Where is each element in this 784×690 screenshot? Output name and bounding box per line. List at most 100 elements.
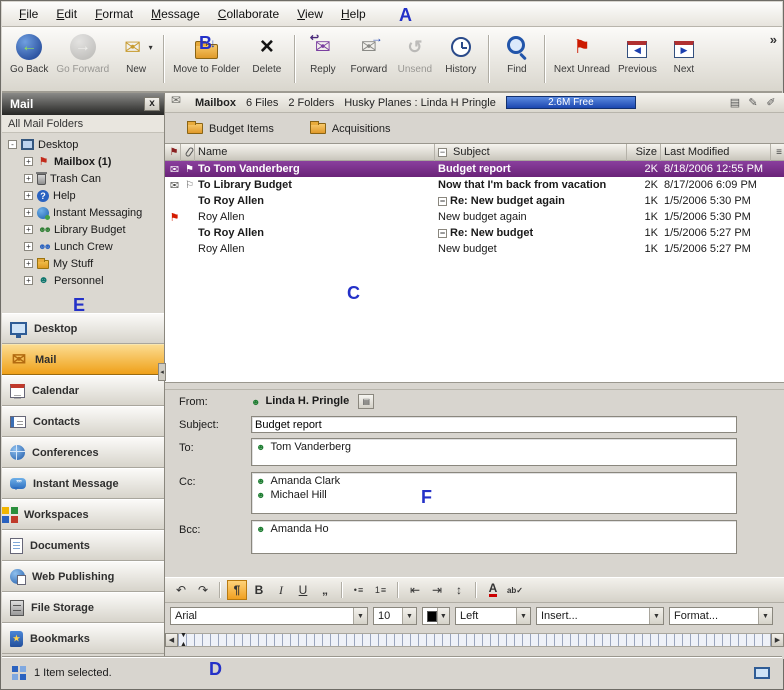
text-color-select[interactable]: [422, 607, 450, 625]
menu-help[interactable]: Help: [332, 4, 375, 24]
folder-chip-budget-items[interactable]: Budget Items: [187, 123, 274, 135]
from-options-button[interactable]: ▤: [358, 394, 374, 409]
tree-item-instant-messaging[interactable]: +Instant Messaging: [2, 204, 164, 221]
tree-expander-icon[interactable]: +: [24, 259, 33, 268]
tree-item-help[interactable]: +Help: [2, 187, 164, 204]
previous-button[interactable]: Previous: [614, 32, 661, 75]
numbered-list-button[interactable]: [371, 580, 391, 600]
menu-view[interactable]: View: [288, 4, 332, 24]
sidebar-item-file-storage[interactable]: File Storage: [2, 592, 164, 623]
sidebar-item-mail[interactable]: Mail: [2, 344, 164, 375]
bcc-field[interactable]: Amanda Ho: [251, 520, 737, 554]
subject-column-header[interactable]: −Subject: [435, 144, 627, 161]
paragraph-button[interactable]: [227, 580, 247, 600]
sidebar-item-conferences[interactable]: Conferences: [2, 437, 164, 468]
history-button[interactable]: History: [438, 32, 484, 75]
panel-icon[interactable]: ▤: [728, 96, 742, 110]
menu-edit[interactable]: Edit: [47, 4, 86, 24]
tree-item-mailbox-1[interactable]: +Mailbox (1): [2, 153, 164, 170]
tree-expander-icon[interactable]: +: [24, 208, 33, 217]
go-back-button[interactable]: Go Back: [6, 32, 52, 75]
tree-item-trash-can[interactable]: +Trash Can: [2, 170, 164, 187]
pencil-icon[interactable]: ✎: [746, 96, 760, 110]
tree-item-personnel[interactable]: +Personnel: [2, 272, 164, 289]
chevron-down-icon[interactable]: ▾: [149, 43, 153, 52]
to-field[interactable]: Tom Vanderberg: [251, 438, 737, 466]
flag-column-header[interactable]: ⚑: [165, 144, 181, 161]
close-icon[interactable]: x: [144, 97, 160, 111]
scroll-left-icon[interactable]: [165, 633, 178, 647]
tree-expander-icon[interactable]: +: [24, 157, 33, 166]
tree-expander-icon[interactable]: -: [8, 140, 17, 149]
thread-collapse-icon[interactable]: −: [438, 197, 447, 206]
format-select[interactable]: Format...: [669, 607, 773, 625]
message-row[interactable]: To Tom VanderbergBudget report2K8/18/200…: [165, 161, 784, 177]
text-color-button[interactable]: [483, 580, 503, 600]
insert-select[interactable]: Insert...: [536, 607, 664, 625]
menu-format[interactable]: Format: [86, 4, 142, 24]
tree-expander-icon[interactable]: +: [24, 191, 33, 200]
status-grid-icon[interactable]: [12, 666, 18, 672]
tree-item-library-budget[interactable]: +Library Budget: [2, 221, 164, 238]
new-button[interactable]: ▾New: [113, 32, 159, 75]
indent-button[interactable]: [427, 580, 447, 600]
attachment-column-header[interactable]: [181, 144, 195, 161]
bold-button[interactable]: [249, 580, 269, 600]
collapse-all-threads-icon[interactable]: −: [438, 148, 447, 157]
from-field[interactable]: Linda H. Pringle ▤: [251, 392, 374, 410]
sidebar-item-web-publishing[interactable]: Web Publishing: [2, 561, 164, 592]
thread-collapse-icon[interactable]: −: [438, 229, 447, 238]
sidebar-item-workspaces[interactable]: Workspaces: [2, 499, 164, 530]
menu-file[interactable]: File: [10, 4, 47, 24]
ruler-track[interactable]: [178, 633, 771, 647]
sidebar-item-instant-message[interactable]: Instant Message: [2, 468, 164, 499]
quote-button[interactable]: [315, 580, 335, 600]
splitter-collapse-icon[interactable]: [158, 363, 166, 381]
menu-message[interactable]: Message: [142, 4, 209, 24]
subject-input[interactable]: [251, 416, 737, 433]
alignment-select[interactable]: Left: [455, 607, 531, 625]
message-row[interactable]: To Library BudgetNow that I'm back from …: [165, 177, 784, 193]
tree-item-desktop[interactable]: -Desktop: [2, 136, 164, 153]
tree-item-my-stuff[interactable]: +My Stuff: [2, 255, 164, 272]
undo-button[interactable]: [171, 580, 191, 600]
message-row[interactable]: Roy AllenNew budget again1K1/5/2006 5:30…: [165, 209, 784, 225]
name-column-header[interactable]: Name: [195, 144, 435, 161]
underline-button[interactable]: [293, 580, 313, 600]
line-spacing-button[interactable]: [449, 580, 469, 600]
next-button[interactable]: Next: [661, 32, 707, 75]
toolbar-overflow-chevron[interactable]: »: [770, 32, 777, 47]
sidebar-item-contacts[interactable]: Contacts: [2, 406, 164, 437]
sidebar-item-desktop[interactable]: Desktop: [2, 313, 164, 344]
redo-button[interactable]: [193, 580, 213, 600]
sidebar-item-documents[interactable]: Documents: [2, 530, 164, 561]
message-row[interactable]: Roy AllenNew budget1K1/5/2006 5:27 PM: [165, 241, 784, 257]
size-column-header[interactable]: Size: [627, 144, 661, 161]
tree-expander-icon[interactable]: +: [24, 276, 33, 285]
bullet-list-button[interactable]: [349, 580, 369, 600]
message-row[interactable]: To Roy Allen−Re: New budget again1K1/5/2…: [165, 193, 784, 209]
spell-check-button[interactable]: [505, 580, 525, 600]
menu-collaborate[interactable]: Collaborate: [209, 4, 288, 24]
find-button[interactable]: Find: [494, 32, 540, 75]
list-menu-icon[interactable]: ≡: [771, 144, 784, 161]
tree-expander-icon[interactable]: +: [24, 242, 33, 251]
network-status-icon[interactable]: [754, 667, 770, 679]
cc-field[interactable]: Amanda ClarkMichael Hill: [251, 472, 737, 514]
brush-icon[interactable]: ✐: [764, 96, 778, 110]
reply-button[interactable]: Reply: [300, 32, 346, 75]
tree-expander-icon[interactable]: +: [24, 174, 33, 183]
sidebar-item-calendar[interactable]: Calendar: [2, 375, 164, 406]
forward-button[interactable]: Forward: [346, 32, 392, 75]
message-row[interactable]: To Roy Allen−Re: New budget1K1/5/2006 5:…: [165, 225, 784, 241]
font-size-select[interactable]: 10: [373, 607, 417, 625]
scroll-right-icon[interactable]: [771, 633, 784, 647]
italic-button[interactable]: [271, 580, 291, 600]
modified-column-header[interactable]: Last Modified: [661, 144, 771, 161]
tree-item-lunch-crew[interactable]: +Lunch Crew: [2, 238, 164, 255]
font-family-select[interactable]: Arial: [170, 607, 368, 625]
sidebar-item-bookmarks[interactable]: Bookmarks: [2, 623, 164, 654]
folder-chip-acquisitions[interactable]: Acquisitions: [310, 123, 391, 135]
tree-expander-icon[interactable]: +: [24, 225, 33, 234]
outdent-button[interactable]: [405, 580, 425, 600]
